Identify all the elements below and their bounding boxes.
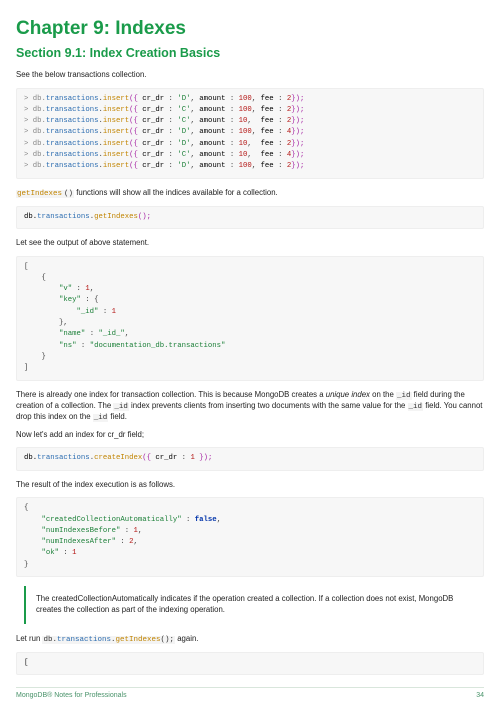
code-block-result: { "createdCollectionAutomatically" : fal… <box>16 497 484 577</box>
code-block-final: [ <box>16 652 484 675</box>
code-block-output1: [ { "v" : 1, "key" : { "_id" : 1 }, "nam… <box>16 256 484 381</box>
note-text: The createdCollectionAutomatically indic… <box>36 594 453 614</box>
chapter-title: Chapter 9: Indexes <box>16 18 484 40</box>
note-box: The createdCollectionAutomatically indic… <box>24 586 484 624</box>
section-title: Section 9.1: Index Creation Basics <box>16 46 484 60</box>
para-result: The result of the index execution is as … <box>16 480 484 491</box>
para-letrun: Let run db.transactions.getIndexes(); ag… <box>16 634 484 645</box>
para-output: Let see the output of above statement. <box>16 238 484 249</box>
footer: MongoDB® Notes for Professionals 34 <box>16 687 484 699</box>
code-block-getindexes: db.transactions.getIndexes(); <box>16 206 484 229</box>
para-explain-unique: There is already one index for transacti… <box>16 390 484 423</box>
footer-left: MongoDB® Notes for Professionals <box>16 692 127 699</box>
code-block-inserts: > db.transactions.insert({ cr_dr : 'D', … <box>16 88 484 179</box>
para-addindex: Now let's add an index for cr_dr field; <box>16 430 484 441</box>
para-getindexes: getIndexes() functions will show all the… <box>16 188 484 199</box>
footer-page-number: 34 <box>476 692 484 699</box>
getindexes-inline: getIndexes <box>16 190 63 198</box>
para-intro: See the below transactions collection. <box>16 70 484 81</box>
code-block-createindex: db.transactions.createIndex({ cr_dr : 1 … <box>16 447 484 470</box>
